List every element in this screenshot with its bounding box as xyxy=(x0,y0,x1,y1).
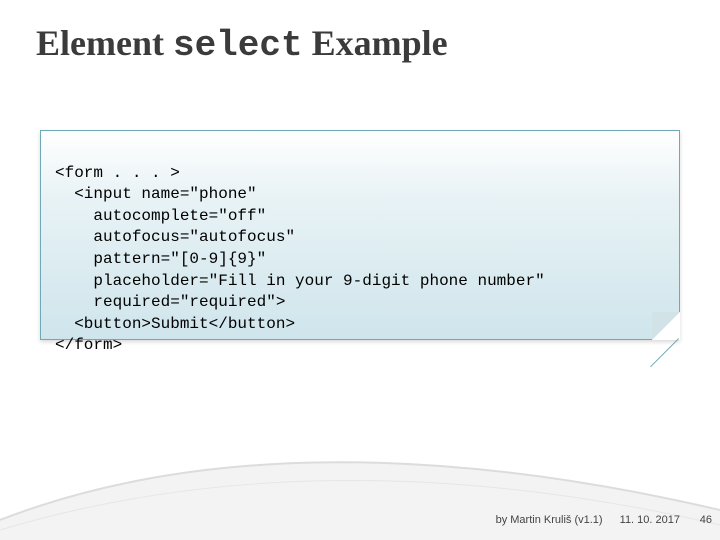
code-box: <form . . . > <input name="phone" autoco… xyxy=(40,130,680,340)
title-word-element: Element xyxy=(36,23,173,63)
footer: by Martin Kruliš (v1.1) 11. 10. 2017 xyxy=(482,514,680,526)
footer-author: by Martin Kruliš (v1.1) xyxy=(496,514,603,526)
code-box-wrap: <form . . . > <input name="phone" autoco… xyxy=(40,130,680,340)
title-word-select: select xyxy=(173,25,303,66)
title-word-example: Example xyxy=(303,23,448,63)
slide: Element select Example <form . . . > <in… xyxy=(0,0,720,540)
footer-date: 11. 10. 2017 xyxy=(620,514,680,526)
page-number: 46 xyxy=(700,514,712,526)
code-content: <form . . . > <input name="phone" autoco… xyxy=(55,164,545,355)
page-corner-fold-icon xyxy=(652,312,680,340)
slide-title: Element select Example xyxy=(36,22,448,66)
